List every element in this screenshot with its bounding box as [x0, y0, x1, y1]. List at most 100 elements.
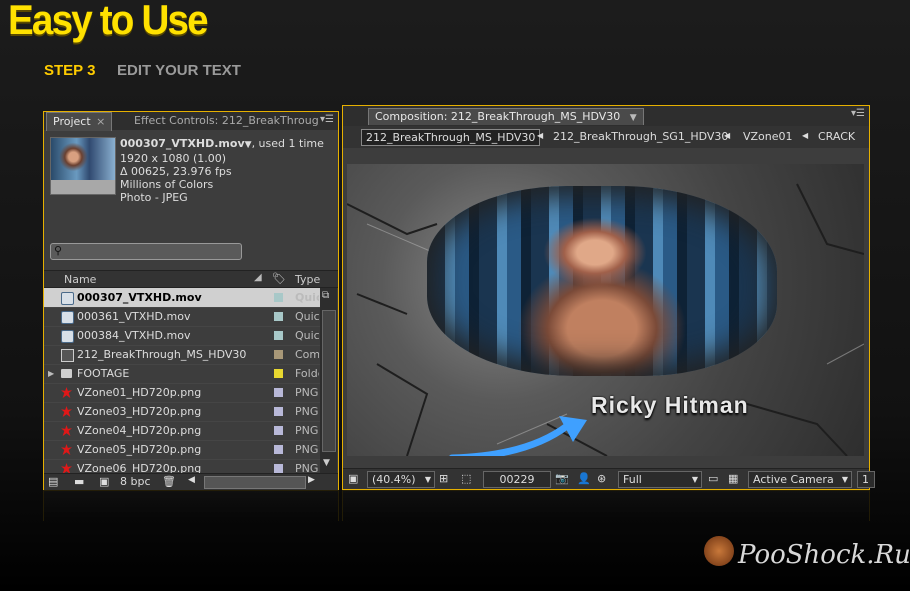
camera-value: Active Camera: [753, 473, 834, 486]
search-icon: ⚲: [54, 244, 63, 257]
project-item-row[interactable]: VZone04_HD720p.png PNG I: [44, 421, 320, 441]
flowchart-icon[interactable]: ⧉: [322, 290, 329, 301]
item-name: 000384_VTXHD.mov: [77, 329, 191, 342]
project-item-row[interactable]: VZone03_HD720p.png PNG I: [44, 402, 320, 422]
breadcrumb-separator-icon: ◀: [724, 131, 731, 140]
composition-tabbar: Composition: 212_BreakThrough_MS_HDV30 ▼…: [343, 106, 869, 126]
label-color-swatch[interactable]: [274, 369, 283, 378]
sort-arrow-icon[interactable]: ◢: [254, 272, 262, 283]
current-frame-field[interactable]: 00229: [483, 471, 551, 488]
camera-dropdown[interactable]: Active Camera ▼: [748, 471, 852, 488]
mask-visibility-icon[interactable]: ⬚: [461, 472, 471, 485]
region-of-interest-icon[interactable]: ▭: [708, 472, 718, 485]
item-name: FOOTAGE: [77, 367, 130, 380]
expand-triangle-icon[interactable]: ▶: [48, 364, 54, 383]
resolution-dropdown[interactable]: Full ▼: [618, 471, 702, 488]
project-footer: ▤ ▬ ▣ 8 bpc 🗑 ◀ ▶: [44, 473, 338, 490]
item-type: Quick: [295, 310, 319, 323]
scroll-left-icon[interactable]: ◀: [188, 475, 195, 485]
project-column-header: Name ◢ 🏷 Type: [44, 270, 338, 288]
chevron-down-icon: ▼: [691, 475, 698, 484]
item-type: PNG I: [295, 424, 319, 437]
magnification-dropdown[interactable]: (40.4%) ▼: [367, 471, 435, 488]
composition-viewer[interactable]: Ricky Hitman: [347, 164, 864, 456]
item-name: VZone05_HD720p.png: [77, 443, 202, 456]
view-layout-dropdown[interactable]: 1: [857, 471, 875, 488]
project-item-row[interactable]: 000361_VTXHD.mov Quick: [44, 307, 320, 327]
breadcrumb-item[interactable]: VZone01: [743, 130, 793, 143]
transparency-grid-icon[interactable]: ▦: [728, 472, 738, 485]
chevron-down-icon: ▼: [841, 475, 848, 484]
delete-icon[interactable]: 🗑: [162, 475, 176, 488]
breadcrumb-item[interactable]: CRACK: [818, 130, 866, 143]
project-item-row[interactable]: 000384_VTXHD.mov Quick: [44, 326, 320, 346]
interpret-footage-icon[interactable]: ▤: [48, 475, 58, 488]
label-color-swatch[interactable]: [274, 293, 283, 302]
project-item-row[interactable]: 000307_VTXHD.mov Quick: [44, 288, 320, 308]
chevron-down-icon: ▼: [424, 475, 431, 484]
tab-composition[interactable]: Composition: 212_BreakThrough_MS_HDV30 ▼: [368, 108, 644, 125]
breadcrumb-separator-icon: ◀: [537, 131, 544, 140]
project-item-row[interactable]: 212_BreakThrough_MS_HDV30 Comp: [44, 345, 320, 365]
breadcrumb-item-active[interactable]: 212_BreakThrough_MS_HDV30: [361, 129, 541, 146]
snapshot-icon[interactable]: 📷: [555, 472, 569, 485]
scrollbar-track[interactable]: [322, 310, 336, 452]
project-search-field[interactable]: ⚲: [50, 243, 242, 260]
label-color-swatch[interactable]: [274, 445, 283, 454]
step-number: STEP 3: [44, 62, 96, 79]
quicktime-icon: [61, 330, 74, 343]
label-color-swatch[interactable]: [274, 464, 283, 473]
project-item-row[interactable]: VZone06_HD720p.png PNG I: [44, 459, 320, 473]
folder-row[interactable]: ▶ FOOTAGE Folde: [44, 364, 320, 384]
breadcrumb-item[interactable]: 212_BreakThrough_SG1_HDV30: [553, 130, 728, 143]
project-item-row[interactable]: VZone05_HD720p.png PNG I: [44, 440, 320, 460]
label-column-icon[interactable]: 🏷: [272, 272, 286, 285]
label-color-swatch[interactable]: [274, 331, 283, 340]
label-color-swatch[interactable]: [274, 407, 283, 416]
show-snapshot-icon[interactable]: 👤: [577, 472, 591, 485]
png-icon: [61, 425, 72, 436]
panel-menu-icon[interactable]: ▾☰: [320, 114, 334, 125]
project-search-input[interactable]: [67, 245, 237, 257]
blue-arrow-graphic: [449, 416, 587, 456]
new-composition-icon[interactable]: ▣: [99, 475, 109, 488]
horizontal-scrollbar[interactable]: [204, 476, 306, 489]
item-type: Comp: [295, 348, 319, 361]
bit-depth-label[interactable]: 8 bpc: [120, 475, 151, 488]
scroll-down-icon[interactable]: ▼: [323, 458, 330, 468]
footage-duration: Δ 00625, 23.976 fps: [120, 165, 232, 178]
column-name[interactable]: Name: [64, 273, 96, 286]
png-icon: [61, 406, 72, 417]
grid-guides-icon[interactable]: ⊞: [439, 472, 448, 485]
panel-menu-icon[interactable]: ▾☰: [851, 108, 865, 119]
tab-dropdown-icon[interactable]: ▼: [630, 113, 637, 123]
tab-effect-controls[interactable]: Effect Controls: 212_BreakThroug: [128, 112, 325, 130]
page-headline: Easy to Use: [8, 0, 209, 43]
quicktime-icon: [61, 292, 74, 305]
video-footage-frame: [427, 186, 777, 376]
footage-usage: , used 1 time: [251, 137, 324, 150]
footage-colors: Millions of Colors: [120, 178, 214, 191]
overlay-title-text[interactable]: Ricky Hitman: [591, 392, 749, 419]
vertical-scrollbar[interactable]: ⧉ ▼: [320, 288, 337, 473]
quicktime-icon: [61, 311, 74, 324]
label-color-swatch[interactable]: [274, 426, 283, 435]
label-color-swatch[interactable]: [274, 388, 283, 397]
project-item-row[interactable]: VZone01_HD720p.png PNG I: [44, 383, 320, 403]
label-color-swatch[interactable]: [274, 312, 283, 321]
always-preview-icon[interactable]: ▣: [348, 472, 358, 485]
new-folder-icon[interactable]: ▬: [74, 475, 84, 488]
item-name: VZone03_HD720p.png: [77, 405, 202, 418]
label-color-swatch[interactable]: [274, 350, 283, 359]
item-name: 212_BreakThrough_MS_HDV30: [77, 348, 247, 361]
dropdown-arrow-icon[interactable]: ▼: [245, 140, 252, 150]
tab-project[interactable]: Project ×: [46, 112, 113, 131]
close-icon[interactable]: ×: [96, 115, 105, 128]
column-type[interactable]: Type: [295, 273, 320, 286]
project-item-list: 000307_VTXHD.mov Quick 000361_VTXHD.mov Qui…: [44, 288, 320, 473]
color-channels-icon[interactable]: ⊛: [597, 472, 606, 485]
item-type: PNG I: [295, 405, 319, 418]
item-name: VZone04_HD720p.png: [77, 424, 202, 437]
scroll-right-icon[interactable]: ▶: [308, 475, 315, 485]
composition-panel: Composition: 212_BreakThrough_MS_HDV30 ▼…: [342, 105, 875, 490]
